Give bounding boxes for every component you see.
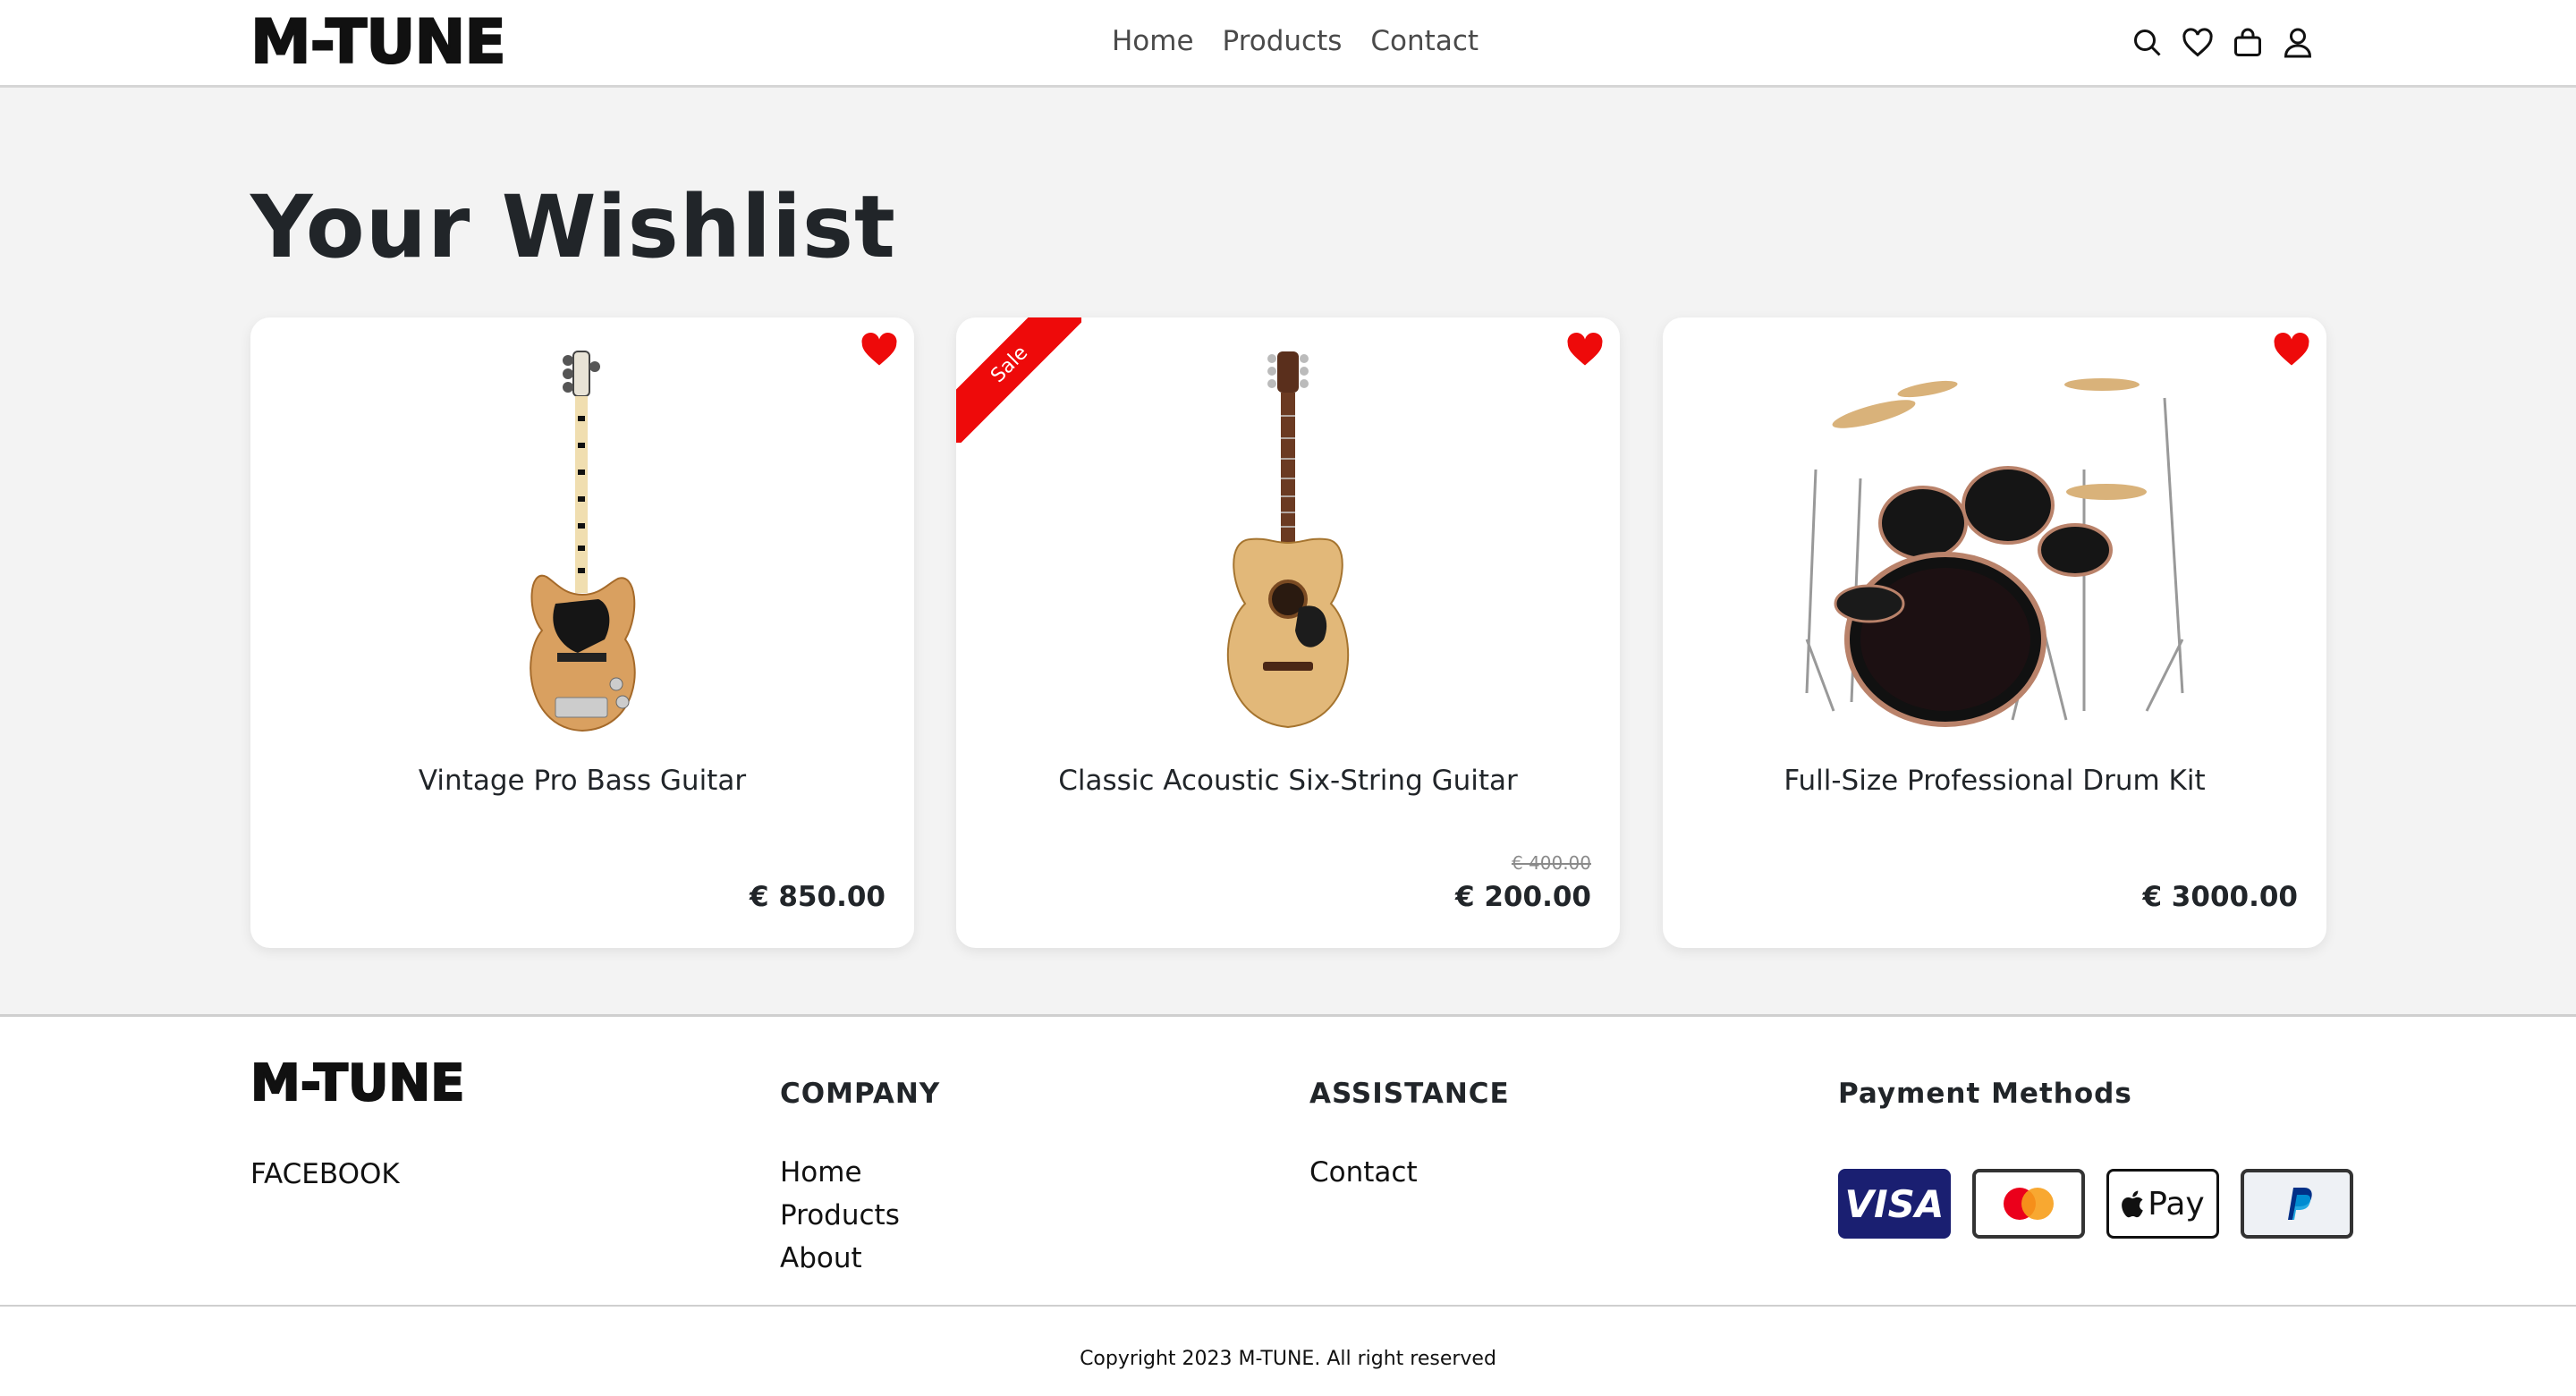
footer-link-about[interactable]: About — [780, 1237, 940, 1280]
nav-contact[interactable]: Contact — [1370, 25, 1479, 57]
facebook-link[interactable]: FACEBOOK — [250, 1158, 400, 1190]
site-footer: M-TUNE FACEBOOK COMPANY Home Products Ab… — [0, 1014, 2576, 1396]
page-title: Your Wishlist — [250, 177, 896, 277]
search-icon[interactable] — [2131, 27, 2164, 59]
product-name[interactable]: Vintage Pro Bass Guitar — [250, 765, 914, 797]
mastercard-icon — [1972, 1169, 2085, 1239]
footer-link-products[interactable]: Products — [780, 1194, 940, 1237]
product-card[interactable]: Vintage Pro Bass Guitar € 850.00 — [250, 317, 914, 948]
apple-pay-label: Pay — [2148, 1185, 2205, 1223]
footer-link-contact[interactable]: Contact — [1309, 1151, 1510, 1194]
product-old-price: € 400.00 — [1511, 852, 1591, 874]
product-card[interactable]: Full-Size Professional Drum Kit € 3000.0… — [1663, 317, 2326, 948]
acoustic-guitar-image[interactable] — [956, 344, 1620, 738]
product-card[interactable]: Sale Classic Acoustic Six-String Guitar … — [956, 317, 1620, 948]
site-logo[interactable]: M-TUNE — [250, 6, 507, 79]
company-heading: COMPANY — [780, 1078, 941, 1110]
product-name[interactable]: Full-Size Professional Drum Kit — [1663, 765, 2326, 797]
footer-assistance: ASSISTANCE Contact — [1309, 1078, 1510, 1194]
footer-company: COMPANY Home Products About — [780, 1078, 940, 1280]
assistance-heading: ASSISTANCE — [1309, 1078, 1510, 1110]
nav-products[interactable]: Products — [1223, 25, 1343, 57]
visa-icon: VISA — [1838, 1169, 1951, 1239]
copyright-text: Copyright 2023 M-TUNE. All right reserve… — [1080, 1348, 1496, 1370]
apple-logo-icon — [2122, 1190, 2144, 1218]
site-header: M-TUNE Home Products Contact — [0, 0, 2576, 88]
drum-kit-image[interactable] — [1663, 344, 2326, 738]
product-name[interactable]: Classic Acoustic Six-String Guitar — [956, 765, 1620, 797]
product-price: € 3000.00 — [2142, 881, 2298, 913]
payment-heading: Payment Methods — [1838, 1078, 2132, 1110]
payment-methods: VISA Pay — [1838, 1169, 2353, 1239]
nav-home[interactable]: Home — [1112, 25, 1194, 57]
product-price: € 200.00 — [1455, 881, 1591, 913]
header-actions — [2131, 27, 2314, 59]
shopping-bag-icon[interactable] — [2232, 27, 2264, 59]
main-nav: Home Products Contact — [1112, 25, 1479, 57]
user-icon[interactable] — [2282, 27, 2314, 59]
heart-icon[interactable] — [2182, 27, 2214, 59]
wishlist-section: Your Wishlist Vintage Pro Bass Guitar € … — [0, 88, 2576, 1014]
paypal-icon — [2241, 1169, 2353, 1239]
footer-logo[interactable]: M-TUNE — [250, 1053, 466, 1113]
footer-link-home[interactable]: Home — [780, 1151, 940, 1194]
footer-divider — [0, 1305, 2576, 1307]
apple-pay-icon: Pay — [2106, 1169, 2219, 1239]
footer-payment: Payment Methods — [1838, 1078, 2132, 1151]
product-price: € 850.00 — [750, 881, 886, 913]
bass-guitar-image[interactable] — [250, 344, 914, 738]
